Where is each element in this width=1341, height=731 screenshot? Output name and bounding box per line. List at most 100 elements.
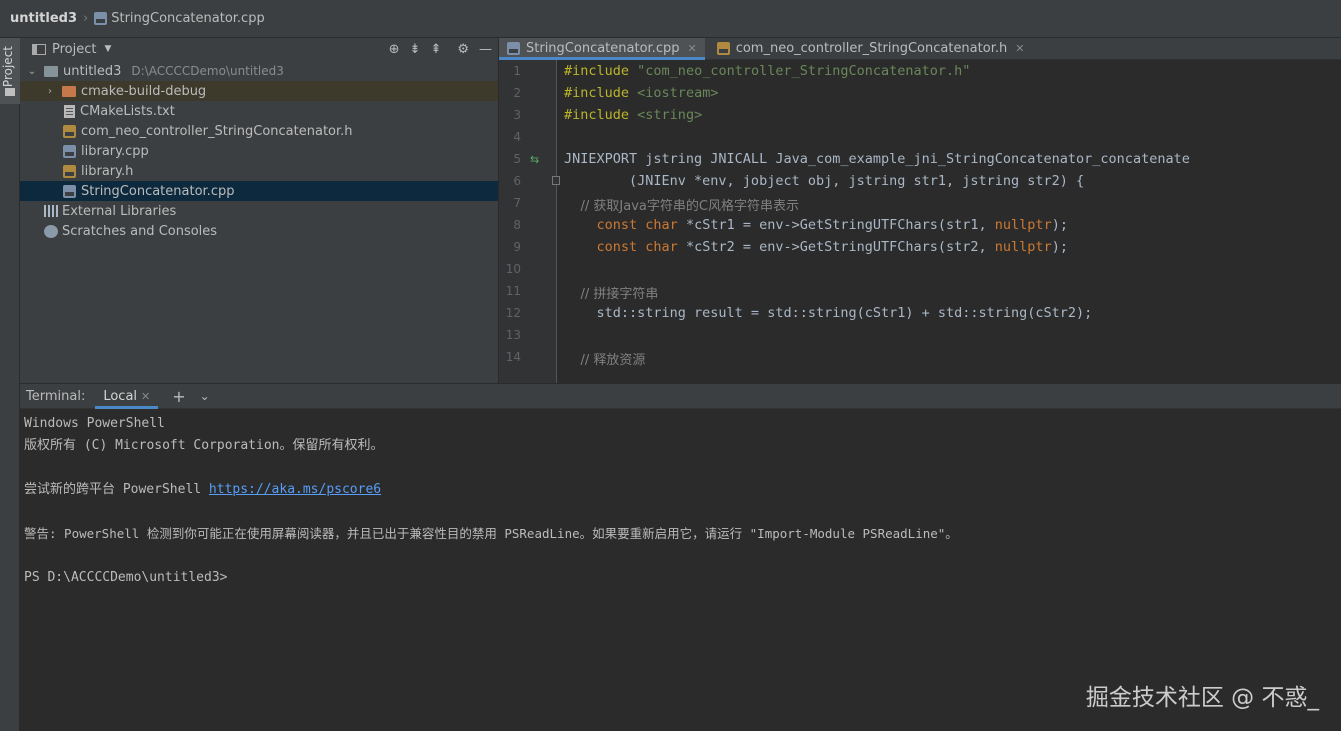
tree-item-path: D:\ACCCCDemo\untitled3 — [131, 64, 284, 78]
tab-jni-header[interactable]: com_neo_controller_StringConcatenator.h … — [705, 38, 1033, 59]
chevron-right-icon[interactable]: › — [44, 86, 56, 97]
code-line: #include "com_neo_controller_StringConca… — [564, 63, 971, 79]
watermark: 掘金技术社区 @ 不惑_ — [1085, 685, 1319, 711]
close-icon[interactable]: ✕ — [1015, 42, 1024, 55]
code-comment: // 拼接字符串 — [564, 287, 659, 302]
line-number-gutter: 1 2 3 4 5 ⇆ 6 7 8 9 10 11 12 13 14 — [499, 60, 560, 383]
line-number: 11 — [505, 284, 521, 298]
tab-label: StringConcatenator.cpp — [526, 41, 680, 56]
terminal-line: Windows PowerShell — [24, 416, 165, 431]
tab-local[interactable]: Local ✕ — [95, 383, 159, 409]
folder-icon — [5, 88, 15, 96]
fold-icon[interactable] — [552, 176, 560, 185]
left-tool-window-bar: Project — [0, 38, 20, 731]
tree-item-label: com_neo_controller_StringConcatenator.h — [81, 123, 353, 139]
code-line: (JNIEnv *env, jobject obj, jstring str1,… — [564, 173, 1085, 189]
header-file-icon — [716, 42, 730, 55]
chevron-down-icon[interactable]: ⌄ — [26, 66, 38, 77]
close-icon[interactable]: ✕ — [141, 390, 150, 403]
tab-label: com_neo_controller_StringConcatenator.h — [735, 41, 1008, 56]
code-line: #include <iostream> — [564, 85, 719, 101]
line-number: 6 — [513, 174, 521, 188]
code-line: #include <string> — [564, 107, 703, 123]
gear-icon[interactable]: ⚙ — [457, 42, 469, 57]
code-comment: // 释放资源 — [564, 353, 646, 368]
terminal-line: 警告: PowerShell 检测到你可能正在使用屏幕阅读器，并且已出于兼容性目… — [24, 526, 958, 541]
header-file-icon — [63, 124, 76, 138]
collapse-all-icon[interactable]: ⇞ — [430, 42, 441, 57]
locate-icon[interactable]: ⊕ — [389, 42, 400, 57]
chevron-down-icon[interactable]: ⌄ — [200, 389, 210, 403]
folder-orange-icon — [62, 85, 76, 97]
project-panel-toolbar: ⊕ ⇟ ⇞ ⚙ — — [389, 38, 492, 60]
code-line: const char *cStr2 = env->GetStringUTFCha… — [596, 239, 1068, 255]
project-tool-tab-label: Project — [1, 46, 15, 88]
breadcrumb-file[interactable]: StringConcatenator.cpp — [111, 11, 264, 26]
line-number: 12 — [505, 306, 521, 320]
tree-item-library-h[interactable]: library.h — [20, 161, 498, 181]
tree-item-cmake-build-debug[interactable]: › cmake-build-debug — [20, 81, 498, 101]
line-number: 7 — [513, 196, 521, 210]
tree-item-label: untitled3 — [63, 63, 122, 79]
tree-item-external-libraries[interactable]: External Libraries — [20, 201, 498, 221]
text-file-icon — [64, 104, 75, 118]
tab-stringconcatenator-cpp[interactable]: StringConcatenator.cpp ✕ — [499, 38, 705, 60]
breadcrumb: untitled3 › StringConcatenator.cpp — [0, 0, 1341, 38]
chevron-down-icon[interactable]: ▼ — [104, 44, 111, 54]
breadcrumb-separator-icon: › — [83, 11, 89, 26]
scratches-icon — [44, 224, 58, 238]
tree-item-label: StringConcatenator.cpp — [81, 183, 235, 199]
line-number: 3 — [513, 108, 521, 122]
tab-label: Local — [103, 388, 138, 404]
terminal-line: 版权所有 (C) Microsoft Corporation。保留所有权利。 — [24, 438, 384, 453]
add-icon[interactable]: + — [172, 387, 185, 406]
tree-item-stringconcatenator-cpp[interactable]: StringConcatenator.cpp — [20, 181, 498, 201]
pscore-link[interactable]: https://aka.ms/pscore6 — [209, 482, 381, 497]
close-icon[interactable]: ✕ — [687, 42, 696, 55]
code-area[interactable]: #include "com_neo_controller_StringConca… — [564, 60, 1341, 383]
hide-icon[interactable]: — — [479, 42, 492, 57]
tree-item-library-cpp[interactable]: library.cpp — [20, 141, 498, 161]
tree-item-label: Scratches and Consoles — [62, 223, 218, 239]
line-number: 9 — [513, 240, 521, 254]
tree-item-scratches[interactable]: Scratches and Consoles — [20, 221, 498, 241]
folder-icon — [44, 65, 58, 77]
line-number: 8 — [513, 218, 521, 232]
editor-tabs: StringConcatenator.cpp ✕ com_neo_control… — [499, 38, 1341, 60]
tree-item-label: cmake-build-debug — [81, 83, 207, 99]
breadcrumb-project[interactable]: untitled3 — [10, 11, 77, 26]
project-panel: Project ▼ ⊕ ⇟ ⇞ ⚙ — ⌄ untitled3 D:\ACCCC… — [20, 38, 499, 383]
line-number: 13 — [505, 328, 521, 342]
code-line: JNIEXPORT jstring JNICALL Java_com_examp… — [564, 151, 1190, 167]
tree-item-label: CMakeLists.txt — [80, 103, 175, 119]
cpp-file-icon — [94, 12, 108, 25]
library-icon — [44, 205, 58, 217]
code-line: std::string result = std::string(cStr1) … — [564, 305, 1093, 321]
project-view-icon — [32, 43, 46, 55]
line-number: 5 — [513, 152, 521, 166]
navigate-related-icon[interactable]: ⇆ — [530, 153, 539, 166]
cpp-file-icon — [507, 42, 520, 55]
terminal-prompt[interactable]: PS D:\ACCCCDemo\untitled3> — [24, 567, 1337, 589]
cpp-file-icon — [63, 144, 76, 158]
expand-all-icon[interactable]: ⇟ — [410, 42, 421, 57]
project-tool-tab[interactable]: Project — [0, 38, 20, 104]
tree-item-label: External Libraries — [62, 203, 177, 219]
project-view-selector[interactable]: Project — [52, 42, 96, 57]
code-line: const char *cStr1 = env->GetStringUTFCha… — [596, 217, 1068, 233]
tree-item-label: library.cpp — [81, 143, 149, 159]
terminal-tab-bar: Terminal: Local ✕ + ⌄ — [20, 383, 1341, 409]
terminal-line: 尝试新的跨平台 PowerShell https://aka.ms/pscore… — [24, 482, 382, 497]
tree-item-cmakelists[interactable]: CMakeLists.txt — [20, 101, 498, 121]
tree-item-untitled3[interactable]: ⌄ untitled3 D:\ACCCCDemo\untitled3 — [20, 61, 498, 81]
terminal-label: Terminal: — [26, 388, 86, 404]
cpp-file-icon — [63, 184, 76, 198]
tree-item-header-jni[interactable]: com_neo_controller_StringConcatenator.h — [20, 121, 498, 141]
line-number: 14 — [505, 350, 521, 364]
line-number: 1 — [513, 64, 521, 78]
line-number: 10 — [505, 262, 521, 276]
line-number: 4 — [513, 130, 521, 144]
